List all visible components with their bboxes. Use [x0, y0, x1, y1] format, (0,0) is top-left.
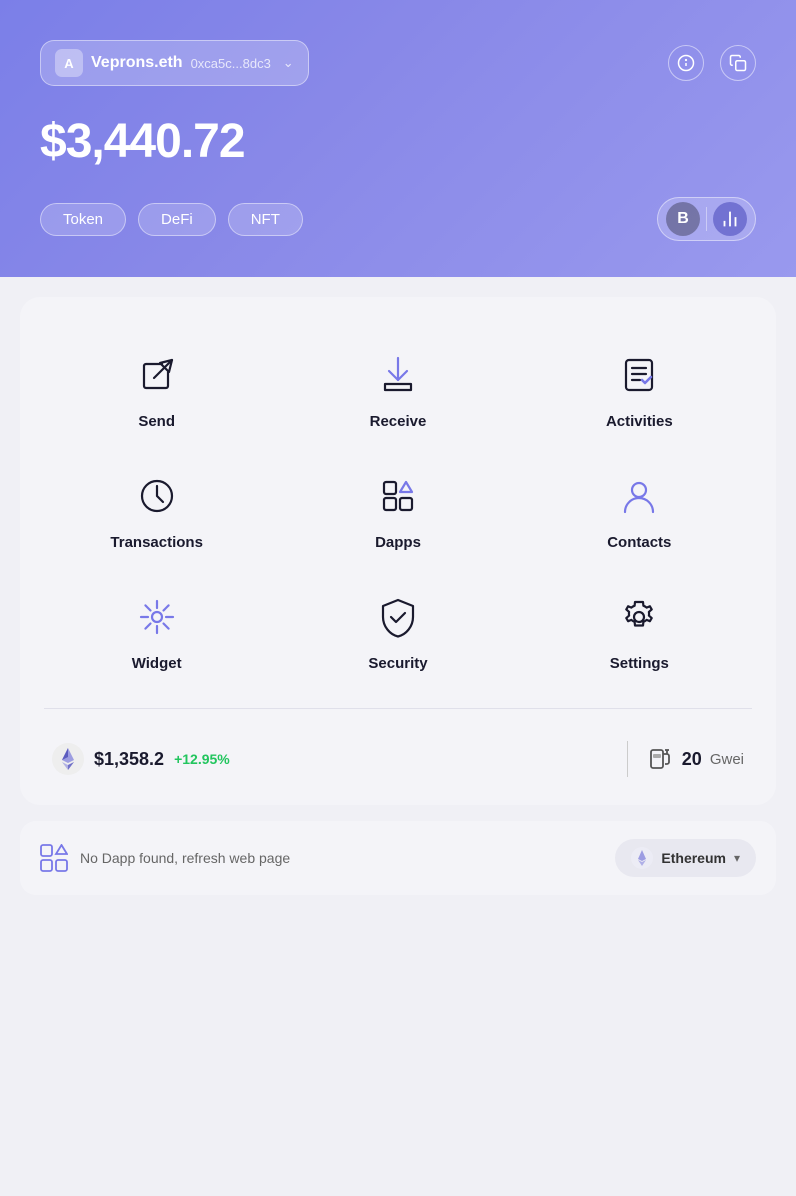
brand-chart-icon[interactable] [713, 202, 747, 236]
settings-label: Settings [610, 655, 669, 672]
chevron-down-icon: ⌄ [283, 55, 294, 71]
nft-tab[interactable]: NFT [228, 203, 303, 236]
token-tab[interactable]: Token [40, 203, 126, 236]
contacts-action[interactable]: Contacts [519, 450, 760, 571]
send-label: Send [138, 413, 175, 430]
security-action[interactable]: Security [277, 571, 518, 692]
wallet-name: Veprons.eth [91, 54, 183, 72]
copy-button[interactable] [720, 45, 756, 81]
no-dapp-info: No Dapp found, refresh web page [40, 844, 290, 872]
transactions-icon [131, 470, 183, 522]
send-icon [131, 349, 183, 401]
send-action[interactable]: Send [36, 329, 277, 450]
address-bar[interactable]: A Veprons.eth 0xca5c...8dc3 ⌄ [40, 40, 309, 86]
balance-display: $3,440.72 [40, 114, 756, 169]
stats-divider [627, 741, 628, 777]
eth-price-stat: $1,358.2 +12.95% [52, 743, 607, 775]
contacts-label: Contacts [607, 534, 671, 551]
card-divider [44, 708, 752, 709]
actions-grid: Send Receive [36, 329, 760, 692]
settings-action[interactable]: Settings [519, 571, 760, 692]
dapps-icon [372, 470, 424, 522]
header-icons [668, 45, 756, 81]
eth-logo-icon [52, 743, 84, 775]
contacts-icon [613, 470, 665, 522]
brand-logos: B [657, 197, 756, 241]
gas-value: 20 [682, 749, 702, 770]
network-selector[interactable]: Ethereum ▾ [615, 839, 756, 877]
defi-tab[interactable]: DeFi [138, 203, 216, 236]
security-icon [372, 591, 424, 643]
brand-b-icon[interactable]: B [666, 202, 700, 236]
dapp-grid-icon [40, 844, 68, 872]
network-name: Ethereum [661, 850, 726, 866]
network-chevron-icon: ▾ [734, 851, 740, 865]
security-label: Security [368, 655, 427, 672]
main-card: Send Receive [20, 297, 776, 805]
widget-label: Widget [132, 655, 182, 672]
info-button[interactable] [668, 45, 704, 81]
bottom-dapp-bar: No Dapp found, refresh web page Ethereum… [20, 821, 776, 895]
vertical-divider [706, 207, 707, 231]
transactions-label: Transactions [110, 534, 203, 551]
wallet-address: 0xca5c...8dc3 [191, 56, 271, 71]
widget-icon [131, 591, 183, 643]
activities-icon [613, 349, 665, 401]
tabs-row: Token DeFi NFT B [40, 197, 756, 241]
gas-stat: 20 Gwei [648, 746, 744, 772]
gas-icon [648, 746, 674, 772]
widget-action[interactable]: Widget [36, 571, 277, 692]
header-section: A Veprons.eth 0xca5c...8dc3 ⌄ $3,440.72 … [0, 0, 796, 277]
receive-label: Receive [370, 413, 427, 430]
settings-icon [613, 591, 665, 643]
gas-unit: Gwei [710, 751, 744, 768]
receive-action[interactable]: Receive [277, 329, 518, 450]
dapps-action[interactable]: Dapps [277, 450, 518, 571]
avatar: A [55, 49, 83, 77]
eth-change-value: +12.95% [174, 751, 230, 767]
dapps-label: Dapps [375, 534, 421, 551]
receive-icon [372, 349, 424, 401]
eth-price-value: $1,358.2 [94, 749, 164, 770]
asset-tabs: Token DeFi NFT [40, 203, 303, 236]
no-dapp-text: No Dapp found, refresh web page [80, 850, 290, 866]
transactions-action[interactable]: Transactions [36, 450, 277, 571]
ethereum-logo-icon [631, 847, 653, 869]
activities-label: Activities [606, 413, 673, 430]
stats-row: $1,358.2 +12.95% 20 Gwei [36, 729, 760, 781]
activities-action[interactable]: Activities [519, 329, 760, 450]
